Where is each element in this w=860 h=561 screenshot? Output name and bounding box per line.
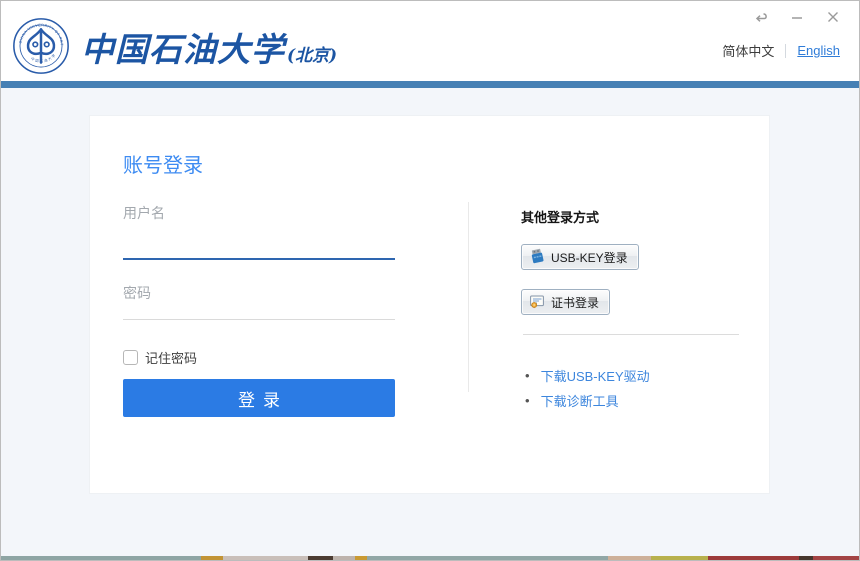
login-card: 账号登录 记住密码 登录 其他登录方式 (89, 115, 770, 494)
minimize-icon[interactable] (787, 7, 807, 27)
usb-key-login-button[interactable]: USB-KEY登录 (521, 244, 639, 270)
university-name: 中国石油大学 (北京) (81, 23, 337, 71)
vertical-divider (468, 202, 469, 392)
remember-password-row: 记住密码 (123, 348, 197, 367)
window-controls (751, 7, 843, 27)
header-accent-bar (1, 81, 859, 88)
usb-key-icon (529, 248, 545, 267)
header: CHINA UNIVERSITY OF PETROLEUM 中国石油大学 中国石… (1, 1, 859, 81)
app-window: CHINA UNIVERSITY OF PETROLEUM 中国石油大学 中国石… (0, 0, 860, 561)
university-logo: CHINA UNIVERSITY OF PETROLEUM 中国石油大学 (12, 17, 70, 75)
username-underline (123, 258, 395, 260)
password-input[interactable] (123, 278, 395, 308)
lang-english-link[interactable]: English (797, 43, 840, 58)
page-title: 账号登录 (123, 149, 203, 178)
usb-key-login-label: USB-KEY登录 (551, 249, 628, 266)
certificate-icon (529, 293, 545, 312)
lang-divider (785, 44, 786, 58)
download-usbkey-driver-link[interactable]: 下载USB-KEY驱动 (541, 366, 650, 385)
undo-arrow-icon[interactable] (751, 7, 771, 27)
password-underline (123, 319, 395, 320)
close-icon[interactable] (823, 7, 843, 27)
bottom-photo-sliver (1, 556, 859, 560)
download-links: 下载USB-KEY驱动 下载诊断工具 (525, 366, 650, 416)
lang-chinese[interactable]: 简体中文 (722, 41, 774, 60)
language-switcher: 简体中文 English (722, 41, 840, 60)
remember-password-checkbox[interactable] (123, 350, 138, 365)
university-name-main: 中国石油大学 (81, 23, 285, 71)
username-input[interactable] (123, 198, 395, 228)
certificate-login-button[interactable]: 证书登录 (521, 289, 610, 315)
list-item: 下载诊断工具 (525, 391, 650, 410)
horizontal-divider (523, 334, 739, 335)
download-diagnostic-tool-link[interactable]: 下载诊断工具 (541, 391, 619, 410)
certificate-login-label: 证书登录 (551, 294, 599, 311)
other-login-title: 其他登录方式 (521, 207, 599, 226)
list-item: 下载USB-KEY驱动 (525, 366, 650, 385)
university-name-suffix: (北京) (287, 41, 337, 66)
remember-password-label: 记住密码 (145, 348, 197, 367)
login-button[interactable]: 登录 (123, 379, 395, 417)
